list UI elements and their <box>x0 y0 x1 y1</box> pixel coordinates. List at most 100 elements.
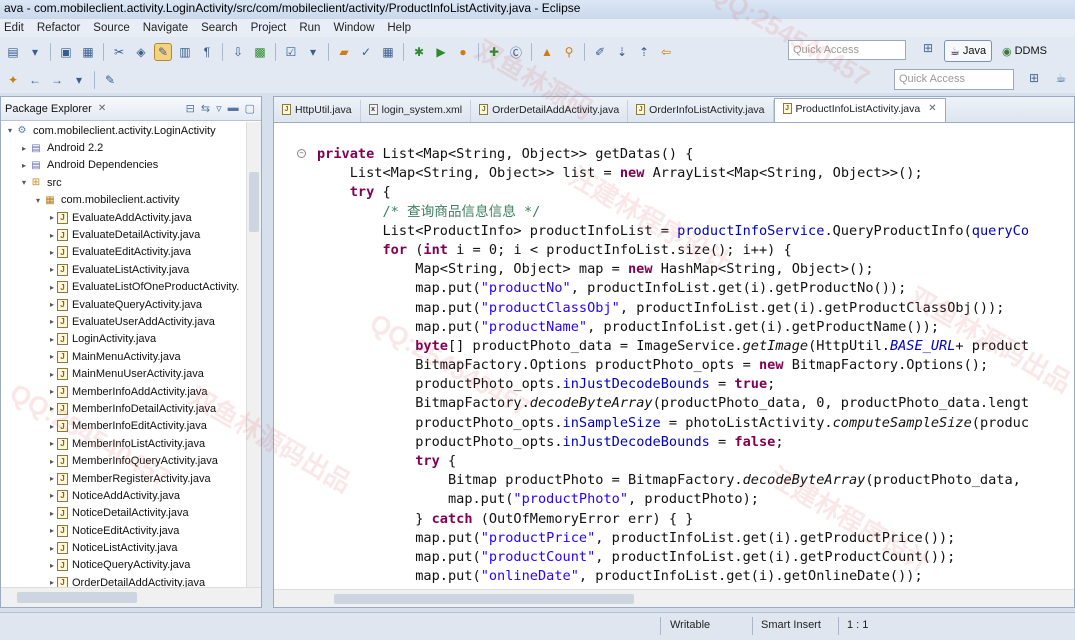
back-arrow-icon[interactable]: ← <box>26 71 44 89</box>
expand-toggle-icon[interactable]: ▸ <box>47 213 57 222</box>
expand-toggle-icon[interactable]: ▸ <box>47 317 57 326</box>
expand-toggle-icon[interactable]: ▸ <box>47 491 57 500</box>
toggle-mark-icon[interactable]: ◈ <box>132 43 150 61</box>
block-selection-icon[interactable]: ▥ <box>176 43 194 61</box>
editor-tab[interactable]: J OrderDetailAddActivity.java <box>471 100 629 122</box>
scrollbar-thumb[interactable] <box>17 592 137 603</box>
tree-item[interactable]: ▸ J MemberInfoEditActivity.java <box>1 418 247 435</box>
cut-icon[interactable]: ✂ <box>110 43 128 61</box>
tree-item[interactable]: ▾ ▦ com.mobileclient.activity <box>1 192 247 209</box>
menu-navigate[interactable]: Navigate <box>143 22 188 34</box>
menu-edit[interactable]: Edit <box>4 22 24 34</box>
tree-item[interactable]: ▸ J MainMenuActivity.java <box>1 348 247 365</box>
tree-item[interactable]: ▸ ▤ Android Dependencies <box>1 157 247 174</box>
expand-toggle-icon[interactable]: ▸ <box>19 161 29 170</box>
checklist-icon[interactable]: ☑ <box>282 43 300 61</box>
package-tree-vertical-scrollbar[interactable] <box>246 122 261 588</box>
last-edit-icon[interactable]: ✦ <box>4 71 22 89</box>
tree-item[interactable]: ▸ J EvaluateListOfOneProductActivity. <box>1 279 247 296</box>
new-class-icon[interactable]: Ⓒ <box>507 43 525 61</box>
expand-toggle-icon[interactable]: ▸ <box>47 422 57 431</box>
new-icon[interactable]: ▤ <box>4 43 22 61</box>
expand-toggle-icon[interactable]: ▾ <box>19 178 29 187</box>
open-task-icon[interactable]: ▲ <box>538 43 556 61</box>
save-icon[interactable]: ▣ <box>57 43 75 61</box>
expand-toggle-icon[interactable]: ▸ <box>47 248 57 257</box>
perspective-ddms-button[interactable]: ◉ DDMS <box>998 40 1051 62</box>
open-type-icon[interactable]: ▾ <box>26 43 44 61</box>
menu-window[interactable]: Window <box>333 22 374 34</box>
print-icon[interactable]: ▦ <box>79 43 97 61</box>
menu-refactor[interactable]: Refactor <box>37 22 80 34</box>
tree-item[interactable]: ▸ J EvaluateEditActivity.java <box>1 244 247 261</box>
expand-toggle-icon[interactable]: ▸ <box>47 561 57 570</box>
quick-access-input-secondary[interactable]: Quick Access <box>894 69 1014 90</box>
tree-item[interactable]: ▸ J NoticeDetailActivity.java <box>1 505 247 522</box>
view-menu-icon[interactable]: ▿ <box>216 102 222 115</box>
highlight-icon[interactable]: ✎ <box>154 43 172 61</box>
tree-item[interactable]: ▸ J EvaluateQueryActivity.java <box>1 296 247 313</box>
scrollbar-thumb[interactable] <box>334 594 634 604</box>
tree-item[interactable]: ▾ ⚙ com.mobileclient.activity.LoginActivit… <box>1 122 247 139</box>
expand-toggle-icon[interactable]: ▸ <box>47 370 57 379</box>
expand-toggle-icon[interactable]: ▸ <box>47 509 57 518</box>
link-editor-icon[interactable]: ⇆ <box>201 102 210 115</box>
expand-toggle-icon[interactable]: ▸ <box>47 526 57 535</box>
java-perspective-icon-secondary[interactable]: ☕ <box>1052 71 1070 89</box>
menu-help[interactable]: Help <box>387 22 411 34</box>
next-annotation-icon[interactable]: ⇣ <box>613 43 631 61</box>
collapse-all-icon[interactable]: ⊟ <box>186 102 195 115</box>
open-folder-icon[interactable]: ▰ <box>335 43 353 61</box>
maximize-icon[interactable]: ▢ <box>245 102 255 115</box>
editor-horizontal-scrollbar[interactable] <box>274 589 1074 607</box>
tree-item[interactable]: ▸ J LoginActivity.java <box>1 331 247 348</box>
expand-toggle-icon[interactable]: ▾ <box>33 196 43 205</box>
layout-icon[interactable]: ▦ <box>379 43 397 61</box>
editor-tab[interactable]: J OrderInfoListActivity.java <box>628 100 774 122</box>
expand-toggle-icon[interactable]: ▸ <box>47 300 57 309</box>
pin-icon[interactable]: ✐ <box>591 43 609 61</box>
editor-tab[interactable]: J ProductInfoListActivity.java ✕ <box>773 98 946 122</box>
perspective-java-button[interactable]: ☕ Java <box>944 40 993 62</box>
tree-item[interactable]: ▸ J OrderDetailAddActivity.java <box>1 574 247 588</box>
menu-project[interactable]: Project <box>251 22 287 34</box>
tree-item[interactable]: ▸ J NoticeEditActivity.java <box>1 522 247 539</box>
editor-tab[interactable]: x login_system.xml <box>361 100 472 122</box>
code-area[interactable]: − private List<Map<String, Object>> getD… <box>274 124 1074 590</box>
bookmark-icon[interactable]: ✎ <box>101 71 119 89</box>
tree-item[interactable]: ▸ J EvaluateAddActivity.java <box>1 209 247 226</box>
expand-toggle-icon[interactable]: ▸ <box>47 544 57 553</box>
previous-annotation-icon[interactable]: ⇡ <box>635 43 653 61</box>
expand-toggle-icon[interactable]: ▾ <box>5 126 15 135</box>
expand-toggle-icon[interactable]: ▸ <box>47 283 57 292</box>
dropdown-icon[interactable]: ▾ <box>70 71 88 89</box>
tree-item[interactable]: ▸ J NoticeListActivity.java <box>1 539 247 556</box>
editor-tab[interactable]: J HttpUtil.java <box>274 100 361 122</box>
close-icon[interactable]: ✕ <box>98 103 106 114</box>
tree-item[interactable]: ▸ J EvaluateListActivity.java <box>1 261 247 278</box>
debug-icon[interactable]: ✱ <box>410 43 428 61</box>
search-icon[interactable]: ⚲ <box>560 43 578 61</box>
tree-item[interactable]: ▸ J MemberInfoDetailActivity.java <box>1 400 247 417</box>
new-java-project-icon[interactable]: ✚ <box>485 43 503 61</box>
run-icon[interactable]: ▶ <box>432 43 450 61</box>
expand-toggle-icon[interactable]: ▸ <box>47 387 57 396</box>
minimize-icon[interactable]: ▬ <box>228 102 239 115</box>
expand-toggle-icon[interactable]: ▸ <box>19 144 29 153</box>
quick-access-input[interactable]: Quick Access <box>788 40 906 60</box>
tree-item[interactable]: ▸ ▤ Android 2.2 <box>1 139 247 156</box>
tree-item[interactable]: ▸ J MainMenuUserActivity.java <box>1 365 247 382</box>
fold-toggle-icon[interactable]: − <box>297 149 306 158</box>
tree-item[interactable]: ▾ ⊞ src <box>1 174 247 191</box>
expand-toggle-icon[interactable]: ▸ <box>47 231 57 240</box>
expand-toggle-icon[interactable]: ▸ <box>47 578 57 587</box>
open-perspective-icon-secondary[interactable]: ⊞ <box>1025 71 1043 89</box>
external-tools-icon[interactable]: ● <box>454 43 472 61</box>
tree-item[interactable]: ▸ J MemberInfoAddActivity.java <box>1 383 247 400</box>
lint-icon[interactable]: ✓ <box>357 43 375 61</box>
tree-item[interactable]: ▸ J EvaluateDetailActivity.java <box>1 226 247 243</box>
expand-toggle-icon[interactable]: ▸ <box>47 404 57 413</box>
tree-item[interactable]: ▸ J MemberInfoQueryActivity.java <box>1 452 247 469</box>
tree-item[interactable]: ▸ J MemberInfoListActivity.java <box>1 435 247 452</box>
open-perspective-icon[interactable]: ⊞ <box>919 41 937 59</box>
